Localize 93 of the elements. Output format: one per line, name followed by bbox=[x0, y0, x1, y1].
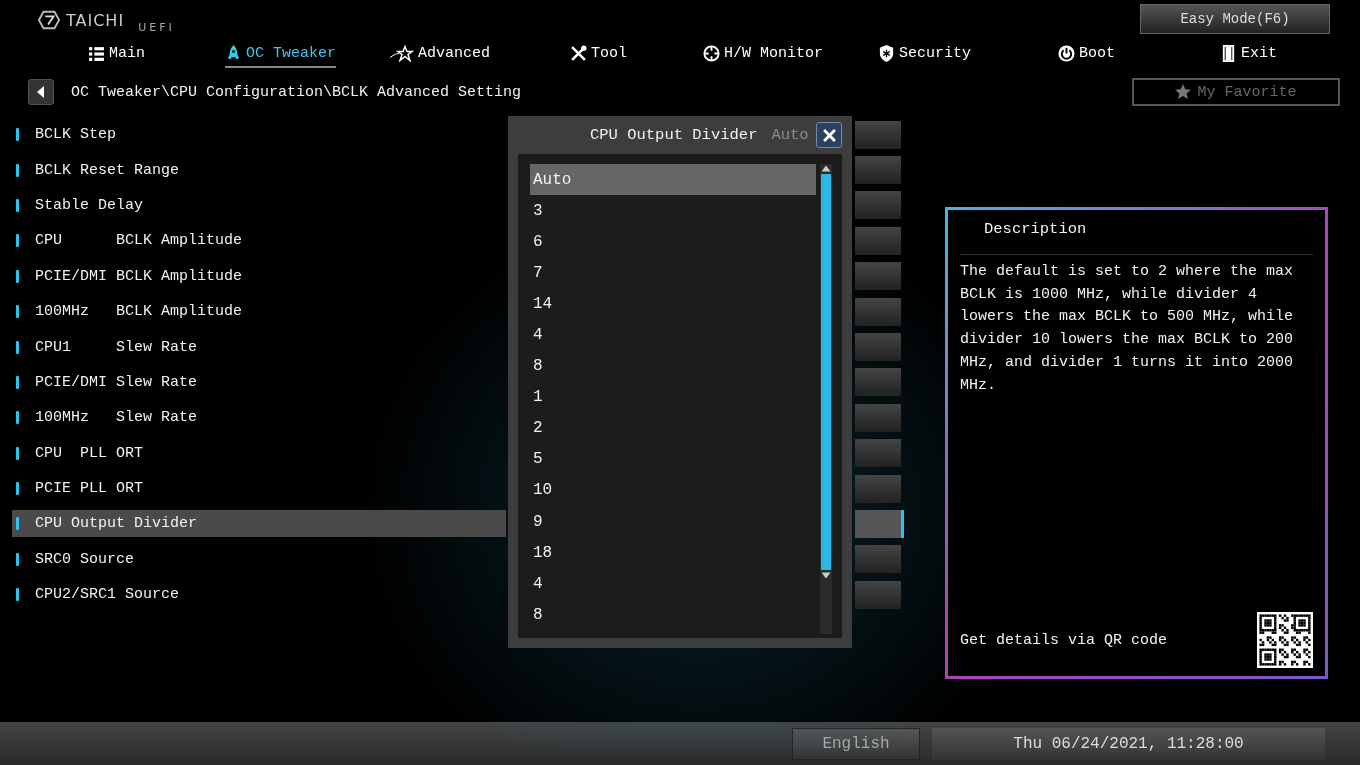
current-value: Auto bbox=[771, 126, 809, 144]
back-arrow-icon bbox=[36, 86, 46, 98]
close-icon bbox=[822, 128, 836, 142]
option-item[interactable]: 8 bbox=[530, 599, 816, 631]
setting-item[interactable]: Stable Delay bbox=[12, 191, 506, 219]
setting-item[interactable]: CPU Output Divider bbox=[12, 510, 506, 538]
bullet-icon bbox=[16, 375, 19, 389]
back-button[interactable] bbox=[28, 79, 54, 105]
setting-item[interactable]: CPU BCLK Amplitude bbox=[12, 227, 506, 255]
value-box[interactable] bbox=[855, 156, 901, 185]
setting-item[interactable]: CPU2/SRC1 Source bbox=[12, 581, 506, 609]
logo-subtitle: UEFI bbox=[138, 21, 175, 34]
bullet-icon bbox=[16, 482, 19, 496]
value-box[interactable] bbox=[855, 439, 901, 468]
option-item[interactable]: 3 bbox=[530, 195, 816, 227]
qr-label: Get details via QR code bbox=[960, 631, 1168, 649]
value-box[interactable] bbox=[855, 403, 901, 432]
logo-icon bbox=[38, 10, 60, 30]
tools-icon bbox=[570, 44, 587, 62]
power-icon bbox=[1058, 44, 1075, 62]
menu-tab[interactable]: H/W Monitor bbox=[703, 40, 824, 66]
option-item[interactable]: 8 bbox=[530, 350, 816, 382]
logo-text: TAICHI bbox=[66, 11, 125, 30]
star-icon bbox=[390, 44, 414, 62]
option-item[interactable]: 14 bbox=[530, 288, 816, 320]
language-button[interactable]: English bbox=[792, 727, 920, 760]
my-favorite-button[interactable]: My Favorite bbox=[1132, 78, 1340, 106]
scrollbar[interactable] bbox=[820, 164, 832, 634]
crosshair-icon bbox=[703, 44, 720, 62]
description-text: The default is set to 2 where the max BCLK is 1000 MHz, while divider 4 lowers the max BCLK to 500 MHz, while divider 10 lowers the max BCLK to 200 MHz, and divider 1 turns it into 2000 MHz. bbox=[960, 262, 1295, 396]
value-box[interactable] bbox=[855, 368, 901, 397]
option-item[interactable]: 18 bbox=[530, 537, 816, 569]
setting-item[interactable]: CPU PLL ORT bbox=[12, 439, 506, 467]
bullet-icon bbox=[16, 411, 19, 425]
bullet-icon bbox=[16, 305, 19, 319]
menu-tab[interactable]: OC Tweaker bbox=[225, 40, 336, 68]
menu-tab[interactable]: Boot bbox=[1058, 40, 1115, 66]
value-box[interactable] bbox=[855, 545, 901, 574]
setting-item[interactable]: PCIE PLL ORT bbox=[12, 475, 506, 503]
setting-item[interactable]: BCLK Reset Range bbox=[12, 156, 506, 184]
menu-tab[interactable]: Tool bbox=[570, 40, 627, 66]
option-item[interactable]: 4 bbox=[530, 568, 816, 600]
value-box[interactable] bbox=[855, 120, 901, 149]
menu-tab[interactable]: Security bbox=[878, 40, 971, 66]
option-item[interactable]: 1 bbox=[530, 381, 816, 413]
value-box[interactable] bbox=[855, 333, 901, 362]
bullet-icon bbox=[16, 588, 19, 602]
value-box[interactable] bbox=[855, 226, 901, 255]
option-item[interactable]: 9 bbox=[530, 506, 816, 538]
bullet-icon bbox=[16, 552, 19, 566]
value-box[interactable] bbox=[855, 510, 904, 538]
value-box[interactable] bbox=[855, 262, 901, 291]
shield-icon bbox=[878, 44, 895, 62]
star-icon bbox=[1175, 84, 1192, 100]
qr-code-drawing bbox=[1257, 612, 1313, 668]
menu-tab[interactable]: Main bbox=[88, 40, 145, 66]
list-icon bbox=[88, 44, 105, 62]
option-item[interactable]: 2 bbox=[530, 412, 816, 444]
description-title: Description bbox=[960, 210, 1313, 255]
bullet-icon bbox=[16, 234, 19, 248]
bullet-icon bbox=[16, 517, 19, 531]
setting-item[interactable]: 100MHz Slew Rate bbox=[12, 404, 506, 432]
setting-item[interactable]: CPU1 Slew Rate bbox=[12, 333, 506, 361]
bullet-icon bbox=[16, 198, 19, 212]
setting-item[interactable]: 100MHz BCLK Amplitude bbox=[12, 298, 506, 326]
value-box[interactable] bbox=[855, 191, 901, 220]
setting-item[interactable]: BCLK Step bbox=[12, 121, 506, 149]
option-item[interactable]: 10 bbox=[530, 474, 816, 507]
bullet-icon bbox=[16, 340, 19, 354]
rocket-icon bbox=[225, 44, 242, 62]
setting-item[interactable]: SRC0 Source bbox=[12, 545, 506, 573]
setting-item[interactable]: PCIE/DMI Slew Rate bbox=[12, 368, 506, 396]
option-item[interactable]: Auto bbox=[530, 164, 816, 196]
dialog-title: CPU Output Divider bbox=[590, 126, 758, 144]
option-item[interactable]: 6 bbox=[530, 226, 816, 258]
bullet-icon bbox=[16, 446, 19, 460]
exit-tab[interactable]: Exit bbox=[1220, 40, 1277, 66]
value-box[interactable] bbox=[855, 580, 901, 609]
menu-tab[interactable]: Advanced bbox=[390, 40, 490, 66]
option-item[interactable]: 5 bbox=[530, 443, 816, 475]
door-icon bbox=[1220, 44, 1237, 62]
bullet-icon bbox=[16, 269, 19, 283]
value-box[interactable] bbox=[855, 474, 901, 503]
close-button[interactable] bbox=[816, 122, 842, 148]
easy-mode-button[interactable]: Easy Mode(F6) bbox=[1140, 4, 1330, 34]
value-box[interactable] bbox=[855, 297, 901, 326]
bullet-icon bbox=[16, 163, 19, 177]
option-item[interactable]: 7 bbox=[530, 257, 816, 289]
breadcrumb: OC Tweaker\CPU Configuration\BCLK Advanced Setting bbox=[71, 83, 522, 101]
option-item[interactable]: 4 bbox=[530, 319, 816, 351]
setting-item[interactable]: PCIE/DMI BCLK Amplitude bbox=[12, 262, 506, 290]
date-time: Thu 06/24/2021, 11:28:00 bbox=[932, 727, 1325, 760]
bullet-icon bbox=[16, 128, 19, 142]
